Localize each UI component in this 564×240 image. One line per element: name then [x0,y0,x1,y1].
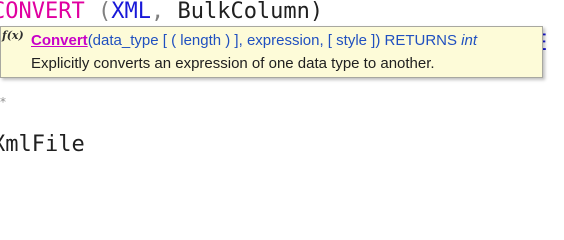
function-description: Explicitly converts an expression of one… [31,55,435,72]
function-signature: Convert(data_type [ ( length ) ], expres… [31,32,477,50]
open-paren: ( [84,0,112,24]
bulkcolumn-argument: BulkColumn) [164,0,324,24]
returns-label: RETURNS [380,32,462,49]
return-type: int [461,32,478,49]
convert-keyword: CONVERT [0,0,85,24]
code-line-convert: CONVERT (XML, BulkColumn) [0,0,323,24]
comma: , [150,0,165,24]
function-icon: f(x) [2,29,24,42]
line-marker: * [0,95,6,109]
intellisense-tooltip: f(x) Convert(data_type [ ( length ) ], e… [0,26,543,78]
function-parameters: (data_type [ ( length ) ], expression, [… [87,32,381,49]
xml-type-keyword: XML [111,0,151,24]
code-line-xmlfile: XmlFile [0,132,85,157]
code-editor[interactable]: CONVERT (XML, BulkColumn) E * XmlFile f(… [0,0,560,200]
function-name-link[interactable]: Convert [31,32,88,49]
